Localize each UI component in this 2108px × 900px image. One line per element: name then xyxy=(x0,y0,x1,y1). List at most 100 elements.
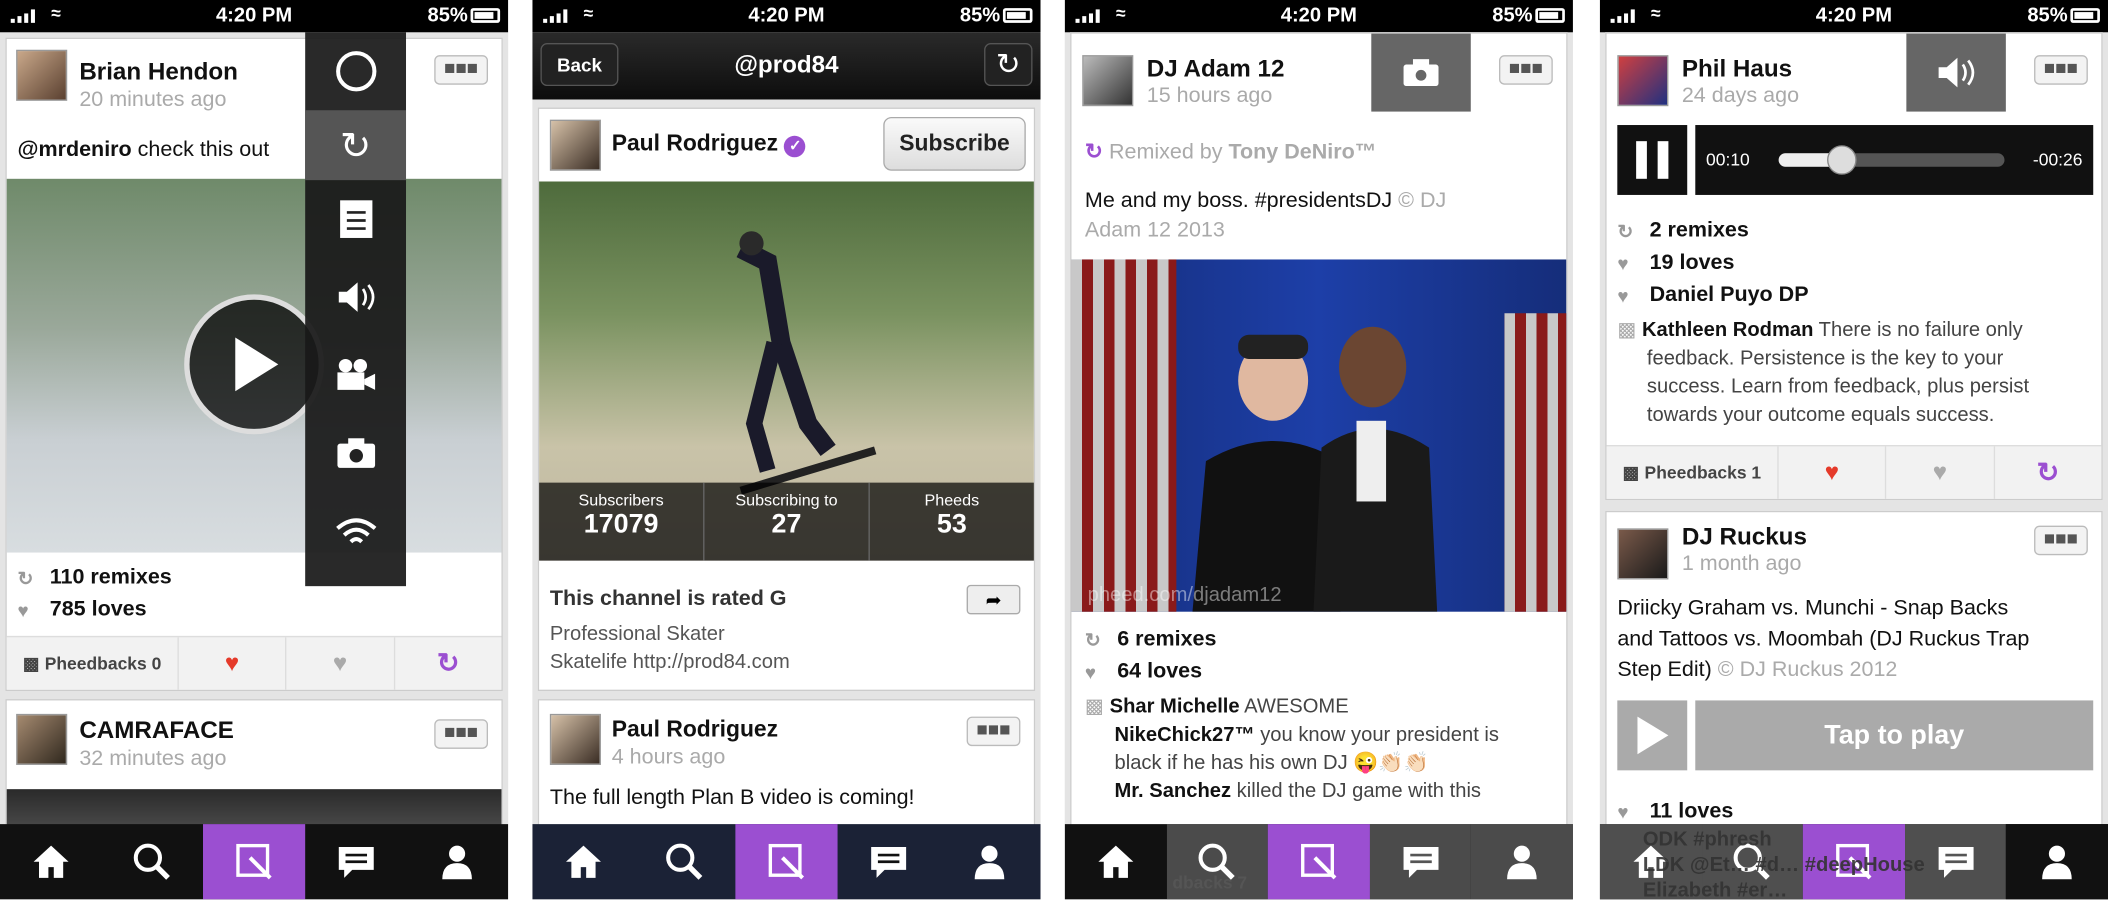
home-icon xyxy=(33,845,69,878)
post-author[interactable]: Paul Rodriguez xyxy=(612,717,778,744)
tab-comments[interactable] xyxy=(837,824,939,899)
post-time: 20 minutes ago xyxy=(79,88,227,112)
video-menu-item[interactable] xyxy=(305,336,406,414)
people-figures xyxy=(1192,326,1438,612)
avatar[interactable] xyxy=(1617,55,1669,107)
post-card[interactable]: Phil Haus 24 days ago ■■■ 00:10 -00:26 ↻… xyxy=(1605,32,2103,501)
circle-menu-item[interactable] xyxy=(305,32,406,110)
post-type-badge xyxy=(1906,33,2006,112)
post-author[interactable]: Brian Hendon xyxy=(79,58,238,86)
channel-link[interactable]: Skatelife http://prod84.com xyxy=(550,648,790,678)
comments-icon xyxy=(1938,846,1974,878)
screen-audio-feed: ≈ 4:20 PM 85% Phil Haus 24 days ago ■■■ … xyxy=(1599,0,2108,900)
love-button[interactable]: ♥ xyxy=(1777,446,1885,499)
more-button[interactable]: ■■■ xyxy=(434,55,489,85)
love-count[interactable]: ♥ 19 loves xyxy=(1617,251,1734,275)
post-author[interactable]: DJ Adam 12 xyxy=(1147,55,1285,83)
progress-knob[interactable] xyxy=(1827,145,1857,175)
post-time: 4 hours ago xyxy=(611,746,726,769)
avatar[interactable] xyxy=(549,119,601,171)
status-bar: ≈ 4:20 PM 85% xyxy=(0,0,509,33)
remix-count[interactable]: ↻ 6 remixes xyxy=(1085,628,1217,652)
tab-home[interactable] xyxy=(0,824,102,899)
post-card[interactable]: DJ Ruckus 1 month ago ■■■ Driicky Graham… xyxy=(1605,510,2103,847)
post-author[interactable]: DJ Ruckus xyxy=(1682,523,1807,551)
avatar[interactable] xyxy=(1082,55,1134,107)
more-button[interactable]: ■■■ xyxy=(2034,55,2088,85)
battery-icon xyxy=(470,8,501,23)
tab-comments[interactable] xyxy=(305,824,407,899)
share-icon: ➦ xyxy=(985,588,1002,611)
comments-icon xyxy=(338,846,374,878)
tab-home[interactable] xyxy=(1065,824,1167,899)
post-card[interactable]: Brian Hendon 20 minutes ago ■■■ @mrdenir… xyxy=(5,37,503,692)
video-thumbnail[interactable] xyxy=(6,178,502,553)
hate-button[interactable]: ♥ xyxy=(285,637,393,690)
love-count[interactable]: ♥ 11 loves xyxy=(1617,800,1733,824)
more-button[interactable]: ■■■ xyxy=(2034,525,2088,556)
avatar[interactable] xyxy=(16,49,68,101)
broadcast-icon xyxy=(335,518,376,544)
play-icon xyxy=(235,337,279,392)
tab-profile[interactable] xyxy=(1471,824,1573,900)
post-photo[interactable]: pheed.com/djadam12 xyxy=(1071,259,1567,612)
tab-search[interactable] xyxy=(634,824,736,899)
subscribe-button[interactable]: Subscribe xyxy=(883,116,1026,171)
tab-compose[interactable] xyxy=(1268,824,1370,900)
avatar[interactable] xyxy=(549,713,601,765)
love-button[interactable]: ♥ xyxy=(177,637,285,690)
post-author[interactable]: CAMRAFACE xyxy=(79,717,234,745)
post-card[interactable]: Paul Rodriguez 4 hours ago ■■■ The full … xyxy=(537,699,1036,834)
remix-button[interactable]: ↻ xyxy=(393,637,501,690)
post-author[interactable]: Phil Haus xyxy=(1682,55,1792,83)
tab-home[interactable] xyxy=(532,824,634,899)
compose-icon xyxy=(236,843,272,880)
pheedbacks-button[interactable]: ▩ Pheedbacks 0 xyxy=(7,637,178,689)
hate-button[interactable]: ♥ xyxy=(1885,446,1993,499)
tab-comments[interactable] xyxy=(1369,824,1472,900)
battery-percent: 85% xyxy=(2027,4,2068,27)
remix-icon: ↻ xyxy=(1084,141,1103,165)
document-menu-item[interactable] xyxy=(305,180,406,258)
more-button[interactable]: ■■■ xyxy=(1499,55,1553,85)
more-button[interactable]: ■■■ xyxy=(434,719,489,749)
remix-menu-item[interactable]: ↻ xyxy=(305,110,407,181)
play-button[interactable] xyxy=(184,294,325,435)
stat-subscribing[interactable]: Subscribing to 27 xyxy=(704,482,870,561)
post-card[interactable]: DJ Adam 12 15 hours ago ■■■ ↻ Remixed by… xyxy=(1070,32,1568,839)
remix-button[interactable]: ↻ xyxy=(1993,446,2101,499)
heart-icon: ♥ xyxy=(1617,252,1629,275)
avatar[interactable] xyxy=(16,713,68,765)
tab-profile[interactable] xyxy=(2006,824,2108,900)
hater-name[interactable]: ♥ Daniel Puyo DP xyxy=(1617,284,1808,308)
tab-search[interactable] xyxy=(102,824,204,899)
camera-menu-item[interactable] xyxy=(305,414,406,492)
avatar[interactable] xyxy=(1617,528,1669,580)
play-audio-button[interactable] xyxy=(1617,700,1688,771)
broadcast-menu-item[interactable] xyxy=(305,492,406,570)
pause-button[interactable] xyxy=(1617,125,1688,195)
tab-compose[interactable] xyxy=(203,824,305,900)
tab-compose[interactable] xyxy=(735,824,838,900)
audio-menu-item[interactable] xyxy=(305,258,406,336)
post-card[interactable]: CAMRAFACE 32 minutes ago ■■■ xyxy=(5,699,503,843)
tab-profile[interactable] xyxy=(939,824,1041,899)
pheedbacks-button[interactable]: ▩ Pheedbacks 1 xyxy=(1607,446,1778,498)
love-count[interactable]: ♥ 64 loves xyxy=(1085,660,1202,684)
watermark: pheed.com/djadam12 xyxy=(1087,583,1282,607)
tab-profile[interactable] xyxy=(407,824,509,899)
mention[interactable]: @mrdeniro xyxy=(17,138,131,161)
refresh-button[interactable]: ↻ xyxy=(984,43,1033,87)
remix-count[interactable]: ↻ 2 remixes xyxy=(1617,219,1749,243)
remix-count[interactable]: ↻ 110 remixes xyxy=(17,566,171,590)
tap-to-play-bar[interactable]: Tap to play xyxy=(1695,700,2094,771)
channel-card: Paul Rodriguez ✓ Subscribe Subscribers 17… xyxy=(537,107,1036,692)
love-count[interactable]: ♥ 785 loves xyxy=(17,598,146,622)
more-button[interactable]: ■■■ xyxy=(966,716,1021,747)
share-button[interactable]: ➦ xyxy=(966,584,1021,615)
stat-subscribers[interactable]: Subscribers 17079 xyxy=(539,482,705,561)
post-time: 32 minutes ago xyxy=(79,747,227,771)
progress-track[interactable] xyxy=(1778,145,2005,175)
video-icon xyxy=(336,358,375,390)
stat-pheeds[interactable]: Pheeds 53 xyxy=(870,483,1034,561)
